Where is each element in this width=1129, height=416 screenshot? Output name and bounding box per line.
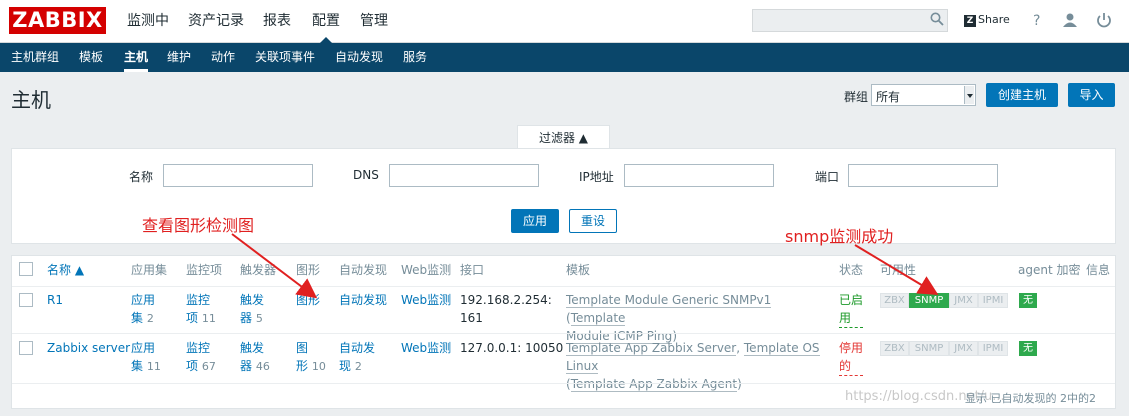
sub-menu-bar: 主机群组 模板 主机 维护 动作 关联项事件 自动发现 服务 bbox=[0, 43, 1129, 72]
row-checkbox[interactable] bbox=[19, 341, 33, 355]
template-link[interactable]: Template Module Generic SNMPv1 bbox=[566, 293, 772, 308]
submenu-correlation[interactable]: 关联项事件 bbox=[255, 43, 315, 72]
top-bar: ZABBIX 监测中 资产记录 报表 配置 管理 Z Share ? bbox=[0, 0, 1129, 44]
template-link[interactable]: Template App Zabbix Agent bbox=[570, 377, 738, 392]
port-label: 端口 bbox=[815, 170, 840, 184]
status-enabled[interactable]: 已启用 bbox=[839, 291, 864, 328]
avail-snmp: SNMP bbox=[909, 341, 949, 356]
header-info: 信息 bbox=[1086, 263, 1111, 277]
import-button[interactable]: 导入 bbox=[1068, 83, 1115, 107]
triggers-link[interactable]: 触发器 46 bbox=[240, 339, 270, 376]
row-divider bbox=[12, 333, 1115, 334]
menu-reports[interactable]: 报表 bbox=[263, 0, 291, 43]
avail-snmp: SNMP bbox=[909, 293, 949, 308]
host-name-link[interactable]: Zabbix server bbox=[47, 339, 130, 357]
host-name-link[interactable]: R1 bbox=[47, 291, 63, 309]
template-link[interactable]: Template bbox=[570, 311, 626, 326]
name-label: 名称 bbox=[129, 170, 154, 184]
submenu-actions[interactable]: 动作 bbox=[211, 43, 235, 72]
templates-list: Template App Zabbix Server, Template OS … bbox=[566, 341, 820, 392]
header-status: 状态 bbox=[839, 263, 864, 277]
web-link[interactable]: Web监测 bbox=[401, 339, 451, 357]
header-availability: 可用性 bbox=[880, 263, 917, 277]
submenu-host-groups[interactable]: 主机群组 bbox=[11, 43, 59, 72]
header-discovery: 自动发现 bbox=[339, 263, 388, 277]
status-disabled[interactable]: 停用的 bbox=[839, 339, 864, 376]
header-applications: 应用集 bbox=[131, 263, 168, 277]
row-divider bbox=[12, 383, 1115, 384]
avail-zbx: ZBX bbox=[880, 341, 909, 356]
encryption-badge: 无 bbox=[1019, 293, 1037, 308]
help-icon[interactable]: ? bbox=[1028, 11, 1046, 29]
annotation-graph-note: 查看图形检测图 bbox=[142, 216, 255, 235]
encryption-badge: 无 bbox=[1019, 341, 1037, 356]
submenu-templates[interactable]: 模板 bbox=[79, 43, 103, 72]
logout-icon[interactable] bbox=[1095, 11, 1113, 29]
search-icon[interactable] bbox=[930, 12, 944, 26]
avail-jmx: JMX bbox=[949, 293, 978, 308]
avail-jmx: JMX bbox=[949, 341, 978, 356]
ip-input[interactable] bbox=[624, 164, 774, 187]
interface-value: 192.168.2.254: 161 bbox=[460, 293, 552, 325]
select-all-checkbox[interactable] bbox=[19, 262, 33, 276]
dns-input[interactable] bbox=[389, 164, 539, 187]
menu-administration[interactable]: 管理 bbox=[360, 0, 388, 43]
submenu-maintenance[interactable]: 维护 bbox=[167, 43, 191, 72]
group-label: 群组 bbox=[844, 90, 869, 104]
zabbix-logo[interactable]: ZABBIX bbox=[9, 7, 106, 34]
header-templates: 模板 bbox=[566, 263, 591, 277]
avail-ipmi: IPMI bbox=[978, 341, 1008, 356]
avail-zbx: ZBX bbox=[880, 293, 909, 308]
graphs-link[interactable]: 图形 10 bbox=[296, 339, 326, 376]
port-input[interactable] bbox=[848, 164, 998, 187]
discovery-link[interactable]: 自动发现 2 bbox=[339, 339, 375, 376]
hosts-table: 名称 ▲ 应用集 监控项 触发器 图形 自动发现 Web监测 接口 模板 状态 … bbox=[11, 255, 1116, 409]
header-items: 监控项 bbox=[186, 263, 223, 277]
chevron-down-icon bbox=[964, 86, 974, 104]
menu-configuration[interactable]: 配置 bbox=[312, 0, 340, 44]
header-web: Web监测 bbox=[401, 263, 452, 277]
triggers-link[interactable]: 触发器 5 bbox=[240, 291, 264, 328]
table-footer-count: 显示 已自动发现的 2中的2 bbox=[965, 392, 1096, 405]
submenu-discovery[interactable]: 自动发现 bbox=[335, 43, 383, 72]
template-link[interactable]: Template App Zabbix Server bbox=[566, 341, 737, 356]
header-name[interactable]: 名称 ▲ bbox=[47, 261, 84, 279]
applications-link[interactable]: 应用集 11 bbox=[131, 339, 161, 376]
dns-label: DNS bbox=[353, 168, 379, 182]
page-title: 主机 bbox=[11, 88, 51, 112]
share-icon: Z bbox=[964, 15, 976, 27]
row-checkbox[interactable] bbox=[19, 293, 33, 307]
header-triggers: 触发器 bbox=[240, 263, 277, 277]
items-link[interactable]: 监控项 11 bbox=[186, 291, 216, 328]
web-link[interactable]: Web监测 bbox=[401, 291, 451, 309]
profile-icon[interactable] bbox=[1061, 11, 1079, 29]
reset-button[interactable]: 重设 bbox=[569, 209, 617, 233]
search-input[interactable] bbox=[752, 9, 948, 32]
annotation-snmp-note: snmp监测成功 bbox=[785, 227, 894, 246]
discovery-link[interactable]: 自动发现 bbox=[339, 291, 387, 309]
create-host-button[interactable]: 创建主机 bbox=[986, 83, 1058, 107]
header-agent-encryption: agent 加密 bbox=[1018, 263, 1081, 277]
graphs-link[interactable]: 图形 bbox=[296, 291, 320, 309]
menu-monitoring[interactable]: 监测中 bbox=[127, 0, 169, 43]
share-link[interactable]: Z Share bbox=[964, 13, 1010, 27]
header-interface: 接口 bbox=[460, 263, 485, 277]
filter-tab[interactable]: 过滤器 ▲ bbox=[517, 125, 610, 149]
submenu-hosts[interactable]: 主机 bbox=[124, 43, 149, 72]
avail-ipmi: IPMI bbox=[978, 293, 1008, 308]
menu-inventory[interactable]: 资产记录 bbox=[188, 0, 244, 43]
row-divider bbox=[12, 286, 1115, 287]
applications-link[interactable]: 应用集 2 bbox=[131, 291, 155, 328]
interface-value: 127.0.0.1: 10050 bbox=[460, 341, 564, 355]
ip-label: IP地址 bbox=[579, 170, 614, 184]
items-link[interactable]: 监控项 67 bbox=[186, 339, 216, 376]
group-select[interactable]: 所有 bbox=[871, 84, 976, 106]
submenu-services[interactable]: 服务 bbox=[403, 43, 427, 72]
svg-text:?: ? bbox=[1033, 13, 1040, 29]
header-graphs: 图形 bbox=[296, 263, 321, 277]
templates-list: Template Module Generic SNMPv1 (Template… bbox=[566, 293, 772, 344]
name-input[interactable] bbox=[163, 164, 313, 187]
apply-button[interactable]: 应用 bbox=[511, 209, 559, 233]
